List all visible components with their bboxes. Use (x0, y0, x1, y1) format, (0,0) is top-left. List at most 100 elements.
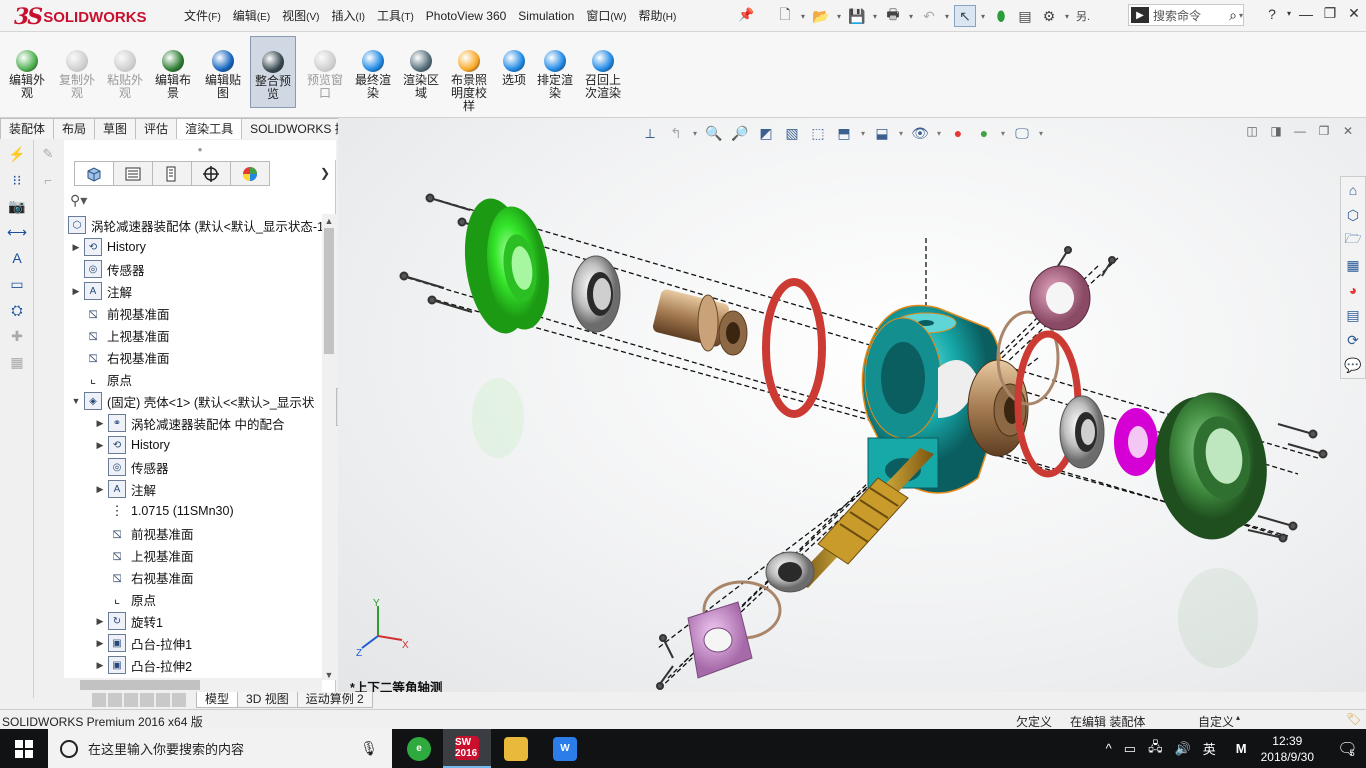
menu-item[interactable]: 编辑(E) (227, 8, 276, 26)
solidworks-resources-icon[interactable]: ⟳ (1341, 328, 1365, 352)
ribbon-button[interactable]: 布景照明度校样 (446, 36, 492, 113)
open-folder-icon[interactable]: 📂 (810, 5, 832, 27)
menu-item[interactable]: 视图(V) (276, 8, 325, 26)
tree-item[interactable]: ⧅ 右视基准面 (94, 566, 193, 588)
expand-toggle-icon[interactable]: ▶ (70, 286, 82, 297)
chevron-down-icon[interactable]: ▾ (998, 122, 1008, 144)
chevron-down-icon[interactable]: ▾ (1239, 11, 1243, 20)
tree-item[interactable]: ▼ ◈ (固定) 壳体<1> (默认<<默认>_显示状 (70, 390, 314, 412)
ribbon-button[interactable]: 预览窗口 (302, 36, 348, 108)
expand-toggle-icon[interactable]: ▶ (94, 638, 106, 649)
action-center-button[interactable]: 🗨 5 (1326, 729, 1366, 768)
scroll-thumb[interactable] (324, 228, 334, 354)
red-gasket-left[interactable] (762, 278, 826, 418)
chevron-down-icon[interactable]: ▾ (1284, 9, 1294, 18)
configuration-manager-tab-icon[interactable] (152, 161, 192, 186)
tree-horizontal-scrollbar[interactable] (64, 678, 322, 692)
tree-item[interactable]: ⋮ 1.0715 (11SMn30) (94, 500, 234, 522)
bottom-tab[interactable]: 模型 (196, 692, 239, 708)
chevron-down-icon[interactable]: ▾ (934, 122, 944, 144)
new-document-icon[interactable]: 🗋 (774, 5, 796, 27)
windows-search-box[interactable]: 在这里输入你要搜索的内容 🎙 (48, 729, 392, 768)
line-icon[interactable]: ⌐ (34, 168, 62, 192)
solidworks-logo[interactable]: 3S SOLIDWORKS (14, 4, 147, 30)
ribbon-button[interactable]: 召回上次渲染 (580, 36, 626, 108)
ribbon-button[interactable]: 渲染区域 (398, 36, 444, 108)
lilac-end-cap[interactable] (687, 601, 753, 679)
search-commands-field[interactable]: ▶ 搜索命令 ⌕ ▾ (1128, 4, 1244, 26)
bearing-left[interactable] (571, 255, 621, 333)
taskbar-app-solidworks[interactable]: SW 2016 (443, 729, 491, 768)
expand-toggle-icon[interactable]: ▼ (70, 396, 82, 406)
taskbar-app-file-explorer[interactable] (492, 729, 540, 768)
filter-icon[interactable]: ⚲▾ (70, 192, 87, 209)
tree-item[interactable]: ⧅ 前视基准面 (70, 302, 169, 324)
appearances-icon[interactable]: ◕ (1341, 278, 1365, 302)
bearing-right[interactable] (1059, 395, 1105, 469)
property-manager-tab-icon[interactable] (113, 161, 153, 186)
ribbon-button[interactable]: 粘贴外观 (102, 36, 148, 108)
forum-icon[interactable]: 💬 (1341, 353, 1365, 377)
tree-item[interactable]: ▶ ⟲ History (70, 236, 146, 258)
gear-icon[interactable]: ⚙ (1038, 5, 1060, 27)
hide-show-items-icon[interactable]: ⬓ (870, 122, 894, 144)
bronze-bushing[interactable] (652, 288, 748, 356)
expand-toggle-icon[interactable]: ▶ (94, 616, 106, 627)
width-mate-icon[interactable]: ⟷ (2, 220, 32, 244)
minimize-button[interactable]: — (1294, 6, 1318, 22)
chevron-up-icon[interactable]: ▴ (1236, 713, 1240, 722)
chevron-down-icon[interactable]: ▾ (906, 5, 916, 27)
file-explorer-icon[interactable]: 🗁 (1341, 228, 1365, 252)
network-icon[interactable]: 🖧 (1148, 738, 1163, 760)
zoom-selection-icon[interactable]: 🔎 (728, 122, 752, 144)
section-view-icon[interactable]: ◩ (754, 122, 778, 144)
close-doc-button[interactable]: ✕ (1336, 124, 1360, 138)
search-type-icon[interactable]: ▶ (1131, 7, 1149, 23)
minimize-doc-button[interactable]: — (1288, 124, 1312, 138)
exploded-assembly-model[interactable]: Y X Z (338, 118, 1338, 694)
sketch-icon[interactable]: ✎ (34, 142, 62, 166)
view-palette-icon[interactable]: ▦ (1341, 253, 1365, 277)
input-method-label[interactable]: 英 (1203, 739, 1216, 758)
ribbon-button[interactable]: 选项 (496, 36, 532, 108)
ribbon-button[interactable]: 编辑贴图 (200, 36, 246, 108)
magenta-ring[interactable] (1114, 408, 1158, 476)
camera-icon[interactable]: 📷 (2, 194, 32, 218)
ime-mode-label[interactable]: M (1236, 741, 1247, 756)
note-icon[interactable]: A (2, 246, 32, 270)
bearing-lower[interactable] (765, 551, 815, 593)
chevron-down-icon[interactable]: ▾ (942, 5, 952, 27)
chevron-down-icon[interactable]: ▾ (798, 5, 808, 27)
battery-icon[interactable]: ▭ (1124, 741, 1136, 757)
tree-item[interactable]: ⧅ 上视基准面 (94, 544, 193, 566)
menu-item[interactable]: 插入(I) (326, 8, 371, 26)
dynamic-annotation-icon[interactable]: ▧ (780, 122, 804, 144)
ribbon-tab[interactable]: 草图 (94, 118, 137, 139)
menu-item[interactable]: 文件(F) (178, 8, 227, 26)
tree-item[interactable]: ⬡ 涡轮减速器装配体 (默认<默认_显示状态-1 (66, 214, 322, 236)
split-view-icon[interactable]: ◫ (1240, 124, 1264, 138)
expand-toggle-icon[interactable]: ▶ (94, 440, 106, 451)
feature-tree-tab-icon[interactable] (74, 161, 114, 186)
ribbon-button[interactable]: 最终渲染 (350, 36, 396, 108)
expand-toggle-icon[interactable]: ▶ (94, 418, 106, 429)
expand-toggle-icon[interactable]: ▶ (70, 242, 82, 253)
tree-item[interactable]: ▶ ↻ 旋转1 (94, 610, 163, 632)
menu-item[interactable]: 工具(T) (371, 8, 420, 26)
taskbar-app-wps[interactable]: W (541, 729, 589, 768)
view-settings-icon[interactable]: ● (972, 122, 996, 144)
ribbon-button[interactable]: 编辑布景 (150, 36, 196, 108)
pink-flange[interactable] (1029, 265, 1091, 331)
smart-dimension-icon[interactable]: ⚡ (2, 142, 32, 166)
tree-item[interactable]: ⌞ 原点 (94, 588, 156, 610)
menu-item[interactable]: 窗口(W) (580, 8, 632, 26)
save-icon[interactable]: 💾 (846, 5, 868, 27)
chevron-down-icon[interactable]: ▾ (690, 122, 700, 144)
restore-doc-button[interactable]: ❐ (1312, 124, 1336, 138)
worm-shaft[interactable] (794, 448, 934, 588)
view-orientation-icon[interactable]: ⬚ (806, 122, 830, 144)
chevron-down-icon[interactable]: ▾ (834, 5, 844, 27)
tree-item[interactable]: ⧅ 右视基准面 (70, 346, 169, 368)
units-custom[interactable]: 自定义 (1198, 713, 1234, 730)
ribbon-button[interactable]: 排定渲染 (532, 36, 578, 108)
